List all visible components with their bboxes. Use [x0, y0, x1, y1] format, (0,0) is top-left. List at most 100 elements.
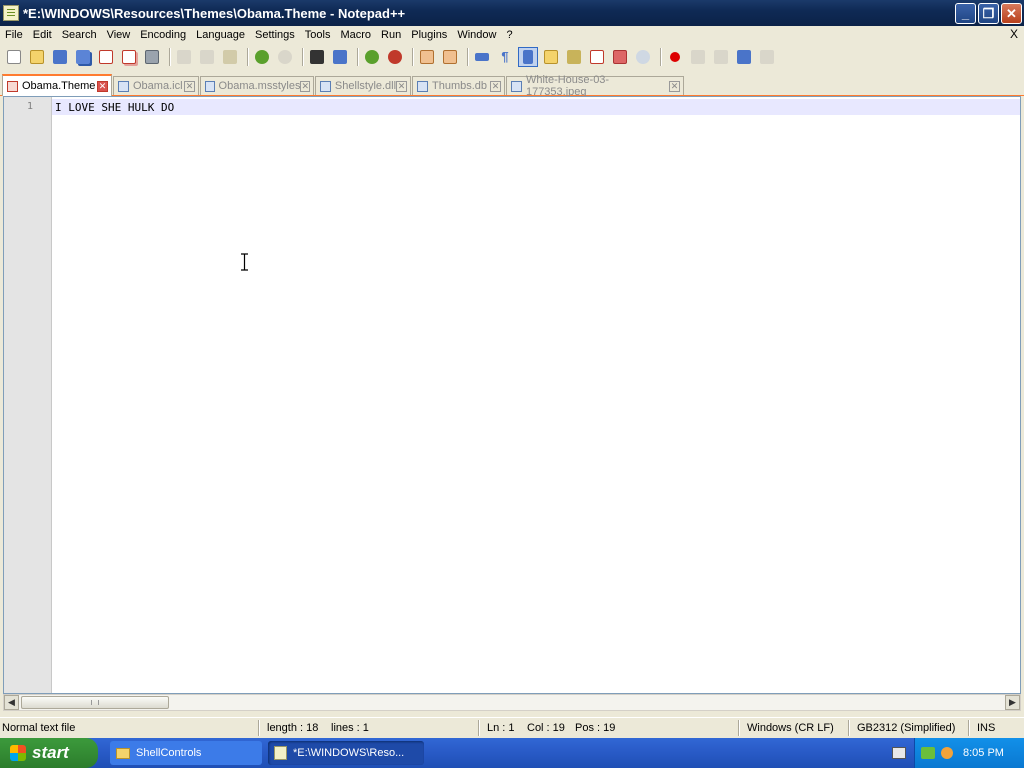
menu-settings[interactable]: Settings	[250, 27, 300, 44]
menu-tools[interactable]: Tools	[300, 27, 336, 44]
play-icon[interactable]	[711, 47, 731, 67]
copy-icon[interactable]	[197, 47, 217, 67]
document-icon	[417, 80, 428, 92]
title-bar: *E:\WINDOWS\Resources\Themes\Obama.Theme…	[0, 0, 1024, 26]
minimize-button[interactable]: _	[955, 3, 976, 24]
cut-icon[interactable]	[174, 47, 194, 67]
menu-help[interactable]: ?	[501, 27, 517, 44]
monitor-icon[interactable]	[610, 47, 630, 67]
network-icon[interactable]	[921, 747, 935, 759]
status-position: Pos : 19	[575, 722, 616, 734]
line-number: 1	[26, 101, 33, 112]
new-icon[interactable]	[4, 47, 24, 67]
menu-search[interactable]: Search	[57, 27, 102, 44]
tab-close-icon[interactable]: ✕	[300, 80, 310, 92]
tab-label: Shellstyle.dll	[334, 80, 397, 92]
open-icon[interactable]	[27, 47, 47, 67]
doc-map-icon[interactable]	[564, 47, 584, 67]
wrap-icon[interactable]	[472, 47, 492, 67]
menu-edit[interactable]: Edit	[28, 27, 57, 44]
status-separator	[968, 720, 969, 736]
menu-language[interactable]: Language	[191, 27, 250, 44]
document-icon	[7, 80, 18, 92]
tab-label: Obama.msstyles	[218, 80, 301, 92]
tab-close-icon[interactable]: ✕	[97, 80, 108, 92]
menu-plugins[interactable]: Plugins	[406, 27, 452, 44]
editor-text[interactable]: I LOVE SHE HULK DO	[55, 101, 174, 114]
save-all-icon[interactable]	[73, 47, 93, 67]
close-icon[interactable]	[96, 47, 116, 67]
zoom-out-icon[interactable]	[385, 47, 405, 67]
toolbar-separator	[302, 48, 303, 66]
scrollbar-thumb[interactable]	[21, 696, 169, 709]
status-bar: Normal text file length : 18 lines : 1 L…	[0, 717, 1024, 738]
search-icon[interactable]	[941, 747, 953, 759]
close-all-icon[interactable]	[119, 47, 139, 67]
menu-macro[interactable]: Macro	[335, 27, 376, 44]
replace-icon[interactable]	[330, 47, 350, 67]
status-separator	[848, 720, 849, 736]
keyboard-icon[interactable]	[892, 747, 906, 759]
status-insert-mode: INS	[977, 722, 996, 734]
eye-icon[interactable]	[633, 47, 653, 67]
tab-obama-theme[interactable]: Obama.Theme ✕	[2, 74, 112, 96]
menu-view[interactable]: View	[102, 27, 136, 44]
clock[interactable]: 8:05 PM	[963, 747, 1004, 759]
save-icon[interactable]	[50, 47, 70, 67]
scroll-left-button[interactable]: ◀	[4, 695, 19, 710]
menu-encoding[interactable]: Encoding	[135, 27, 191, 44]
indent-guide-icon[interactable]	[518, 47, 538, 67]
tab-close-icon[interactable]: ✕	[396, 80, 407, 92]
text-editor[interactable]: 1 I LOVE SHE HULK DO	[3, 96, 1021, 694]
status-lines: lines : 1	[331, 722, 369, 734]
menu-run[interactable]: Run	[376, 27, 406, 44]
restore-button[interactable]: ❐	[978, 3, 999, 24]
taskbar-item-shellcontrols[interactable]: ShellControls	[110, 741, 262, 765]
find-icon[interactable]	[307, 47, 327, 67]
windows-logo-icon	[10, 745, 26, 761]
close-document-button[interactable]: X	[1010, 27, 1018, 41]
horizontal-scrollbar[interactable]: ◀ ▶	[3, 694, 1021, 711]
notepad-app-icon[interactable]	[3, 5, 19, 21]
status-file-type: Normal text file	[2, 722, 76, 734]
show-all-chars-icon[interactable]: ¶	[495, 47, 515, 67]
tab-white-house-jpeg[interactable]: White-House-03-177353.jpeg ✕	[506, 74, 684, 98]
taskbar-item-label: ShellControls	[136, 747, 202, 759]
scroll-right-button[interactable]: ▶	[1005, 695, 1020, 710]
sync-h-icon[interactable]	[440, 47, 460, 67]
status-column: Col : 19	[527, 722, 565, 734]
start-button[interactable]: start	[0, 738, 98, 768]
tab-obama-msstyles[interactable]: Obama.msstyles ✕	[200, 76, 314, 95]
function-list-icon[interactable]	[587, 47, 607, 67]
udl-icon[interactable]	[541, 47, 561, 67]
status-separator	[738, 720, 739, 736]
tab-thumbs-db[interactable]: Thumbs.db ✕	[412, 76, 505, 95]
paste-icon[interactable]	[220, 47, 240, 67]
menu-file[interactable]: File	[0, 27, 28, 44]
ibeam-cursor-icon	[241, 253, 248, 271]
taskbar-item-notepadpp[interactable]: *E:\WINDOWS\Reso...	[268, 741, 424, 765]
window-title: *E:\WINDOWS\Resources\Themes\Obama.Theme…	[23, 5, 406, 21]
play-multi-icon[interactable]	[734, 47, 754, 67]
close-button[interactable]: ✕	[1001, 3, 1022, 24]
tab-close-icon[interactable]: ✕	[490, 80, 501, 92]
record-icon[interactable]	[665, 47, 685, 67]
tab-obama-icl[interactable]: Obama.icl ✕	[113, 76, 199, 95]
notepad-icon	[274, 746, 287, 760]
save-macro-icon[interactable]	[757, 47, 777, 67]
tab-shellstyle-dll[interactable]: Shellstyle.dll ✕	[315, 76, 411, 95]
toolbar: ¶	[0, 45, 1024, 69]
document-icon	[511, 80, 522, 92]
tab-label: Thumbs.db	[432, 80, 488, 92]
menu-window[interactable]: Window	[452, 27, 501, 44]
window-controls: _ ❐ ✕	[955, 3, 1022, 24]
undo-icon[interactable]	[252, 47, 272, 67]
line-number-gutter: 1	[4, 97, 52, 693]
print-icon[interactable]	[142, 47, 162, 67]
sync-v-icon[interactable]	[417, 47, 437, 67]
tab-close-icon[interactable]: ✕	[184, 80, 195, 92]
redo-icon[interactable]	[275, 47, 295, 67]
tab-close-icon[interactable]: ✕	[669, 80, 680, 92]
stop-icon[interactable]	[688, 47, 708, 67]
zoom-in-icon[interactable]	[362, 47, 382, 67]
